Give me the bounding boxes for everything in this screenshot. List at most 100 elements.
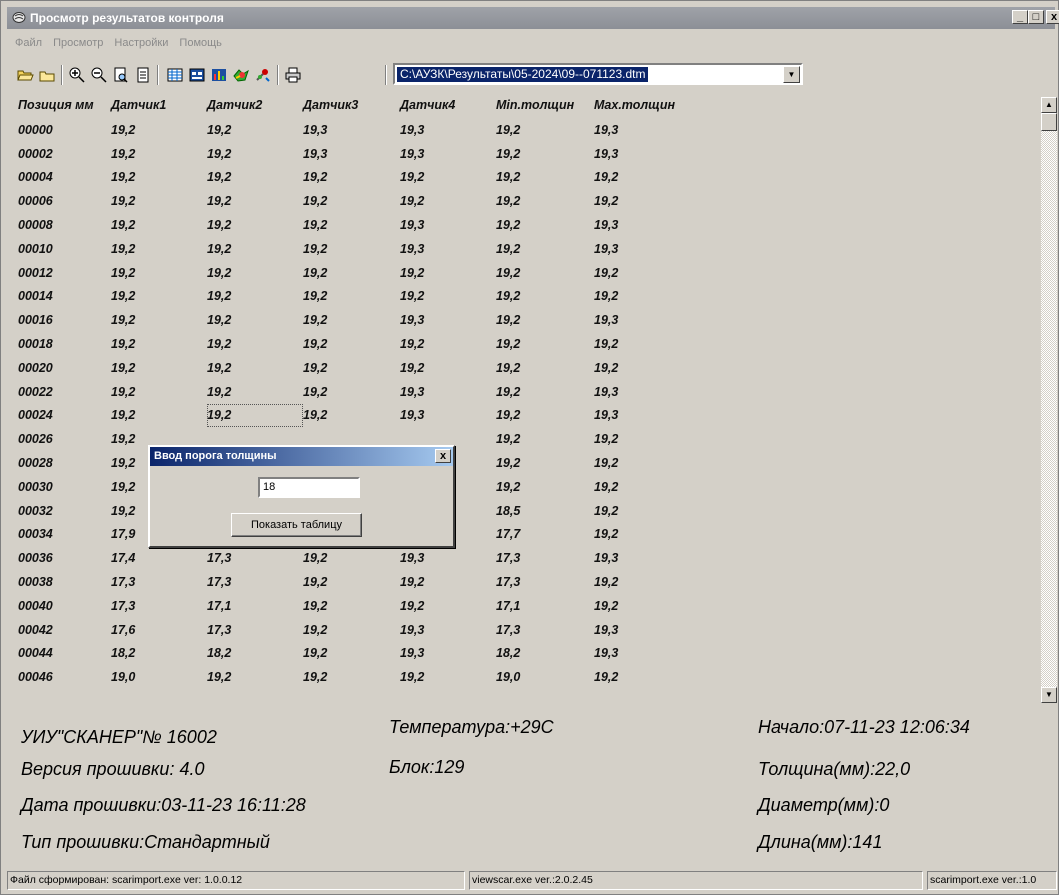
table-row[interactable]: 00014 19,2 19,2 19,2 19,2 19,2 19,2 bbox=[13, 285, 694, 309]
results-table[interactable]: Позиция мм Датчик1 Датчик2 Датчик3 Датчи… bbox=[13, 97, 1045, 703]
table-row[interactable]: 00024 19,2 19,2 19,2 19,3 19,2 19,3 bbox=[13, 403, 694, 428]
show-table-button[interactable]: Показать таблицу bbox=[231, 513, 362, 537]
column-header-sensor1[interactable]: Датчик1 bbox=[111, 97, 207, 118]
print-icon[interactable] bbox=[283, 65, 303, 85]
position-cell[interactable]: 00010 bbox=[13, 237, 111, 261]
table-cell[interactable]: 19,2 bbox=[496, 261, 594, 285]
table-cell[interactable]: 17,3 bbox=[207, 618, 303, 642]
table-cell[interactable]: 19,2 bbox=[207, 285, 303, 309]
table-cell[interactable]: 19,2 bbox=[303, 546, 400, 570]
table-cell[interactable]: 17,3 bbox=[111, 594, 207, 618]
table-cell[interactable]: 19,2 bbox=[207, 261, 303, 285]
table-cell[interactable]: 19,2 bbox=[496, 356, 594, 380]
folder-icon[interactable] bbox=[37, 65, 57, 85]
table-cell[interactable]: 19,2 bbox=[496, 285, 594, 309]
position-cell[interactable]: 00038 bbox=[13, 570, 111, 594]
table-cell[interactable]: 17,7 bbox=[496, 523, 594, 547]
table-cell[interactable]: 19,2 bbox=[207, 356, 303, 380]
table-cell[interactable]: 19,2 bbox=[496, 189, 594, 213]
table-cell[interactable]: 19,3 bbox=[594, 213, 694, 237]
table-view-icon[interactable] bbox=[165, 65, 185, 85]
table-cell[interactable]: 19,2 bbox=[594, 427, 694, 451]
table-cell[interactable]: 19,2 bbox=[207, 237, 303, 261]
column-header-position[interactable]: Позиция мм bbox=[13, 97, 111, 118]
table-cell[interactable]: 19,2 bbox=[303, 570, 400, 594]
dialog-close-button[interactable]: x bbox=[435, 449, 451, 463]
table-cell[interactable]: 19,2 bbox=[496, 380, 594, 404]
table-cell[interactable]: 19,3 bbox=[303, 118, 400, 142]
scroll-down-icon[interactable]: ▼ bbox=[1041, 687, 1057, 703]
table-cell[interactable]: 19,2 bbox=[207, 189, 303, 213]
chart-icon[interactable] bbox=[209, 65, 229, 85]
table-cell[interactable]: 19,2 bbox=[496, 118, 594, 142]
table-cell[interactable]: 19,2 bbox=[303, 285, 400, 309]
table-cell[interactable]: 17,3 bbox=[207, 546, 303, 570]
table-cell[interactable]: 19,0 bbox=[496, 665, 594, 689]
table-cell[interactable]: 19,2 bbox=[207, 380, 303, 404]
minimize-button[interactable]: _ bbox=[1012, 10, 1028, 24]
table-cell[interactable]: 19,2 bbox=[594, 356, 694, 380]
maximize-button[interactable]: □ bbox=[1028, 10, 1044, 24]
table-cell[interactable]: 19,2 bbox=[400, 594, 496, 618]
table-row[interactable]: 00010 19,2 19,2 19,2 19,3 19,2 19,3 bbox=[13, 237, 694, 261]
table-cell[interactable]: 19,3 bbox=[594, 237, 694, 261]
table-row[interactable]: 00042 17,6 17,3 19,2 19,3 17,3 19,3 bbox=[13, 618, 694, 642]
table-cell[interactable]: 19,2 bbox=[594, 261, 694, 285]
file-path-combobox[interactable]: C:\АУЗК\Результаты\05-2024\09--071123.dt… bbox=[393, 63, 803, 85]
table-cell[interactable]: 19,2 bbox=[496, 308, 594, 332]
table-cell[interactable]: 19,2 bbox=[400, 285, 496, 309]
column-header-max-thickness[interactable]: Max.толщин bbox=[594, 97, 694, 118]
position-cell[interactable]: 00024 bbox=[13, 404, 111, 428]
table-cell[interactable]: 17,3 bbox=[496, 618, 594, 642]
table-cell[interactable]: 19,3 bbox=[400, 237, 496, 261]
position-cell[interactable]: 00018 bbox=[13, 332, 111, 356]
column-header-min-thickness[interactable]: Min.толщин bbox=[496, 97, 594, 118]
table-cell[interactable]: 19,2 bbox=[111, 118, 207, 142]
position-cell[interactable]: 00000 bbox=[13, 118, 111, 142]
dialog-title-bar[interactable]: Ввод порога толщины x bbox=[150, 447, 453, 466]
table-cell[interactable]: 19,2 bbox=[400, 166, 496, 190]
position-cell[interactable]: 00022 bbox=[13, 380, 111, 404]
table-row[interactable]: 00008 19,2 19,2 19,2 19,3 19,2 19,3 bbox=[13, 213, 694, 237]
table-cell[interactable]: 18,2 bbox=[111, 642, 207, 666]
table-row[interactable]: 00022 19,2 19,2 19,2 19,3 19,2 19,3 bbox=[13, 380, 694, 404]
threshold-input[interactable]: 18 bbox=[258, 477, 360, 498]
table-cell[interactable]: 19,3 bbox=[400, 618, 496, 642]
table-cell[interactable]: 19,3 bbox=[594, 404, 694, 428]
table-row[interactable]: 00012 19,2 19,2 19,2 19,2 19,2 19,2 bbox=[13, 261, 694, 285]
table-cell[interactable]: 19,3 bbox=[594, 546, 694, 570]
table-cell[interactable]: 19,3 bbox=[594, 618, 694, 642]
position-cell[interactable]: 00030 bbox=[13, 475, 111, 499]
table-cell[interactable]: 19,2 bbox=[594, 475, 694, 499]
table-cell[interactable]: 19,3 bbox=[594, 142, 694, 166]
table-cell[interactable]: 19,2 bbox=[496, 237, 594, 261]
position-cell[interactable]: 00002 bbox=[13, 142, 111, 166]
position-cell[interactable]: 00044 bbox=[13, 642, 111, 666]
table-cell[interactable]: 19,2 bbox=[496, 427, 594, 451]
table-cell[interactable]: 19,3 bbox=[400, 380, 496, 404]
table-cell[interactable]: 17,3 bbox=[207, 570, 303, 594]
table-cell[interactable]: 19,2 bbox=[303, 642, 400, 666]
table-cell[interactable]: 19,2 bbox=[400, 189, 496, 213]
table-cell[interactable]: 19,2 bbox=[594, 523, 694, 547]
table-cell[interactable]: 18,2 bbox=[496, 642, 594, 666]
position-cell[interactable]: 00034 bbox=[13, 523, 111, 547]
zoom-out-icon[interactable] bbox=[89, 65, 109, 85]
table-cell[interactable]: 19,2 bbox=[303, 308, 400, 332]
table-cell[interactable]: 18,5 bbox=[496, 499, 594, 523]
position-cell[interactable]: 00046 bbox=[13, 665, 111, 689]
position-cell[interactable]: 00004 bbox=[13, 166, 111, 190]
table-cell[interactable]: 19,3 bbox=[400, 642, 496, 666]
table-row[interactable]: 00004 19,2 19,2 19,2 19,2 19,2 19,2 bbox=[13, 166, 694, 190]
table-cell[interactable]: 19,2 bbox=[594, 451, 694, 475]
menu-help[interactable]: Помощь bbox=[179, 37, 222, 49]
table-cell[interactable]: 19,2 bbox=[400, 356, 496, 380]
form-view-icon[interactable] bbox=[187, 65, 207, 85]
position-cell[interactable]: 00020 bbox=[13, 356, 111, 380]
table-cell[interactable]: 19,2 bbox=[303, 166, 400, 190]
table-cell[interactable]: 19,3 bbox=[400, 118, 496, 142]
table-cell[interactable]: 19,2 bbox=[111, 261, 207, 285]
table-cell[interactable]: 19,2 bbox=[303, 189, 400, 213]
table-cell[interactable]: 19,2 bbox=[111, 380, 207, 404]
table-cell[interactable]: 19,3 bbox=[594, 642, 694, 666]
